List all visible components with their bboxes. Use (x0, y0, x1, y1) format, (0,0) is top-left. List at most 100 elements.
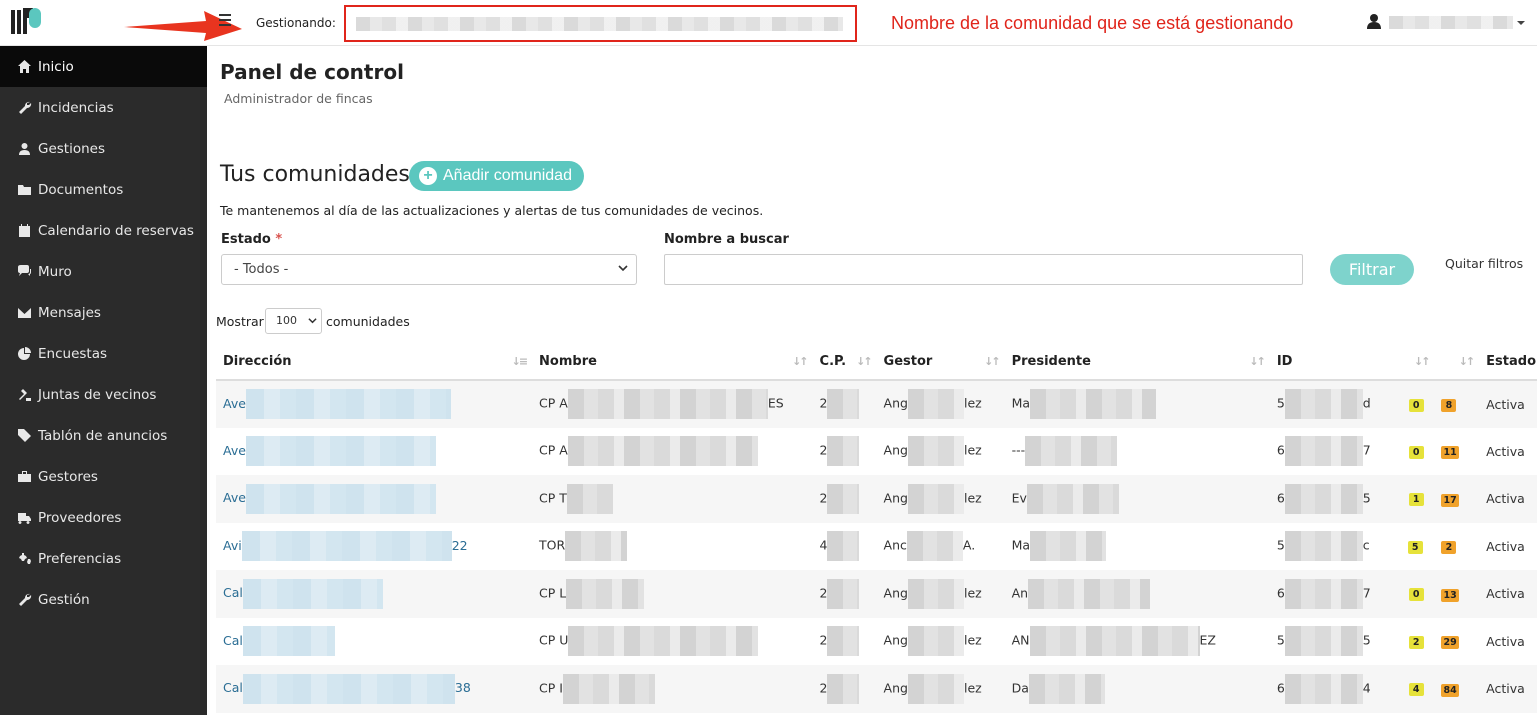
redacted-text (907, 673, 964, 704)
sidebar-item-label: Muro (38, 263, 72, 280)
cell-direccion[interactable]: Cal (216, 618, 532, 666)
redacted-text (567, 436, 758, 467)
page-length-select[interactable]: 100 (265, 308, 322, 334)
sidebar-item-calendario-de-reservas[interactable]: Calendario de reservas (0, 210, 207, 251)
top-bar: Gestionando: Nombre de la comunidad que … (0, 0, 1537, 46)
sidebar-item-documentos[interactable]: Documentos (0, 169, 207, 210)
col-presidente[interactable]: Presidente ↓↑ (1004, 344, 1270, 381)
sidebar-item-gestores[interactable]: Gestores (0, 456, 207, 497)
col-cp[interactable]: C.P. ↓↑ (812, 344, 877, 381)
community-link[interactable]: Cal (223, 626, 335, 657)
estado-value: Activa (1486, 443, 1525, 459)
col-alerts[interactable]: ↓↑ (1434, 344, 1480, 381)
cell-gestor: Ang lez (876, 665, 1005, 713)
col-gestor[interactable]: Gestor ↓↑ (876, 344, 1005, 381)
alerts-badge: 17 (1441, 493, 1459, 507)
col-cp-label: C.P. (819, 354, 847, 369)
cell-alerts: 17 (1434, 475, 1480, 523)
cell-cp: 2 (813, 428, 877, 476)
page-title: Panel de control (220, 60, 404, 84)
sidebar-item-incidencias[interactable]: Incidencias (0, 87, 207, 128)
cell-alerts: 2 (1434, 523, 1479, 571)
sidebar-item-tablón-de-anuncios[interactable]: Tablón de anuncios (0, 415, 207, 456)
col-id[interactable]: ID ↓↑ (1269, 344, 1435, 381)
presidente-start: AN (1011, 632, 1030, 648)
filtrar-button[interactable]: Filtrar (1330, 254, 1414, 285)
redacted-text (245, 389, 451, 420)
community-link[interactable]: Avi 22 (223, 531, 468, 562)
estado-value: Activa (1486, 681, 1525, 697)
estado-value: Activa (1486, 538, 1525, 554)
cell-direccion[interactable]: Ave (216, 475, 533, 523)
sidebar-item-juntas-de-vecinos[interactable]: Juntas de vecinos (0, 374, 207, 415)
col-direccion-label: Dirección (223, 354, 292, 369)
table-row: Cal CP L 2 Ang lez An 6 7 0 13 Activa (216, 570, 1537, 618)
user-menu[interactable] (1389, 16, 1513, 29)
redacted-text (242, 578, 383, 609)
nombre-label: Nombre a buscar (664, 232, 789, 247)
users-icon (17, 141, 32, 156)
cell-direccion[interactable]: Ave (216, 428, 532, 476)
gestor-end: lez (963, 442, 982, 458)
nombre-search-input[interactable] (664, 254, 1303, 285)
gestor-start: Ang (883, 442, 908, 458)
sidebar-item-encuestas[interactable]: Encuestas (0, 333, 207, 374)
redacted-text (1284, 626, 1363, 657)
sidebar-item-mensajes[interactable]: Mensajes (0, 292, 207, 333)
cogs-icon (17, 551, 32, 566)
menu-toggle-icon[interactable] (219, 14, 231, 26)
cell-direccion[interactable]: Cal (216, 570, 533, 618)
sort-icon: ↓↑ (1414, 355, 1431, 368)
sidebar-item-label: Proveedores (38, 509, 122, 526)
nombre-start: TOR (539, 537, 566, 553)
direccion-start: Avi (223, 537, 242, 553)
direccion-start: Ave (223, 442, 246, 458)
community-link[interactable]: Cal 38 (223, 673, 471, 704)
required-marker: * (275, 232, 283, 247)
sidebar-item-gestiones[interactable]: Gestiones (0, 128, 207, 169)
redacted-text (242, 673, 455, 704)
sidebar-item-proveedores[interactable]: Proveedores (0, 497, 207, 538)
sort-icon: ↓≡ (511, 355, 529, 368)
redacted-text (907, 436, 964, 467)
sidebar-item-gestión[interactable]: Gestión (0, 579, 207, 620)
estado-value: Activa (1486, 491, 1525, 507)
estado-select[interactable]: - Todos - (221, 254, 637, 285)
logo-icon[interactable] (10, 6, 44, 36)
current-community-selector[interactable] (344, 5, 857, 42)
community-link[interactable]: Cal (223, 578, 383, 609)
cell-nombre: CP T (532, 475, 813, 523)
community-link[interactable]: Ave (223, 483, 436, 514)
col-estado[interactable]: Estado (1479, 344, 1537, 381)
cell-id: 5 d 0 (1269, 380, 1435, 428)
cell-cp: 4 (813, 523, 877, 571)
sidebar-item-muro[interactable]: Muro (0, 251, 207, 292)
col-direccion[interactable]: Dirección ↓≡ (216, 344, 533, 381)
cell-alerts: 11 (1434, 428, 1479, 476)
redacted-text (1028, 673, 1105, 704)
redacted-text (565, 531, 628, 562)
nombre-start: CP A (539, 442, 568, 458)
table-row: Ave CP A 2 Ang lez --- 6 7 0 11 Activa (216, 428, 1537, 476)
community-link[interactable]: Ave (223, 389, 451, 420)
alerts-badge: 84 (1441, 683, 1459, 697)
col-nombre[interactable]: Nombre ↓↑ (532, 344, 813, 381)
cell-cp: 2 (812, 475, 877, 523)
presidente-start: Ma (1011, 395, 1031, 411)
cell-direccion[interactable]: Avi 22 (216, 523, 532, 571)
chevron-down-icon[interactable] (1517, 21, 1525, 25)
pending-badge: 2 (1408, 635, 1424, 649)
quitar-filtros-link[interactable]: Quitar filtros (1445, 256, 1523, 271)
table-row: Cal 38 CP I 2 Ang lez Da 6 4 4 84 Activa (216, 665, 1537, 713)
sidebar-item-inicio[interactable]: Inicio (0, 46, 207, 87)
redacted-text (562, 673, 655, 704)
cell-nombre: CP L (532, 570, 813, 618)
sidebar-item-preferencias[interactable]: Preferencias (0, 538, 207, 579)
cell-direccion[interactable]: Cal 38 (216, 665, 533, 713)
add-community-button[interactable]: + Añadir comunidad (409, 161, 584, 191)
gestor-start: Ang (883, 680, 908, 696)
cell-alerts: 84 (1434, 665, 1480, 713)
community-link[interactable]: Ave (223, 436, 436, 467)
redacted-text (907, 483, 964, 514)
cell-direccion[interactable]: Ave (216, 380, 533, 428)
